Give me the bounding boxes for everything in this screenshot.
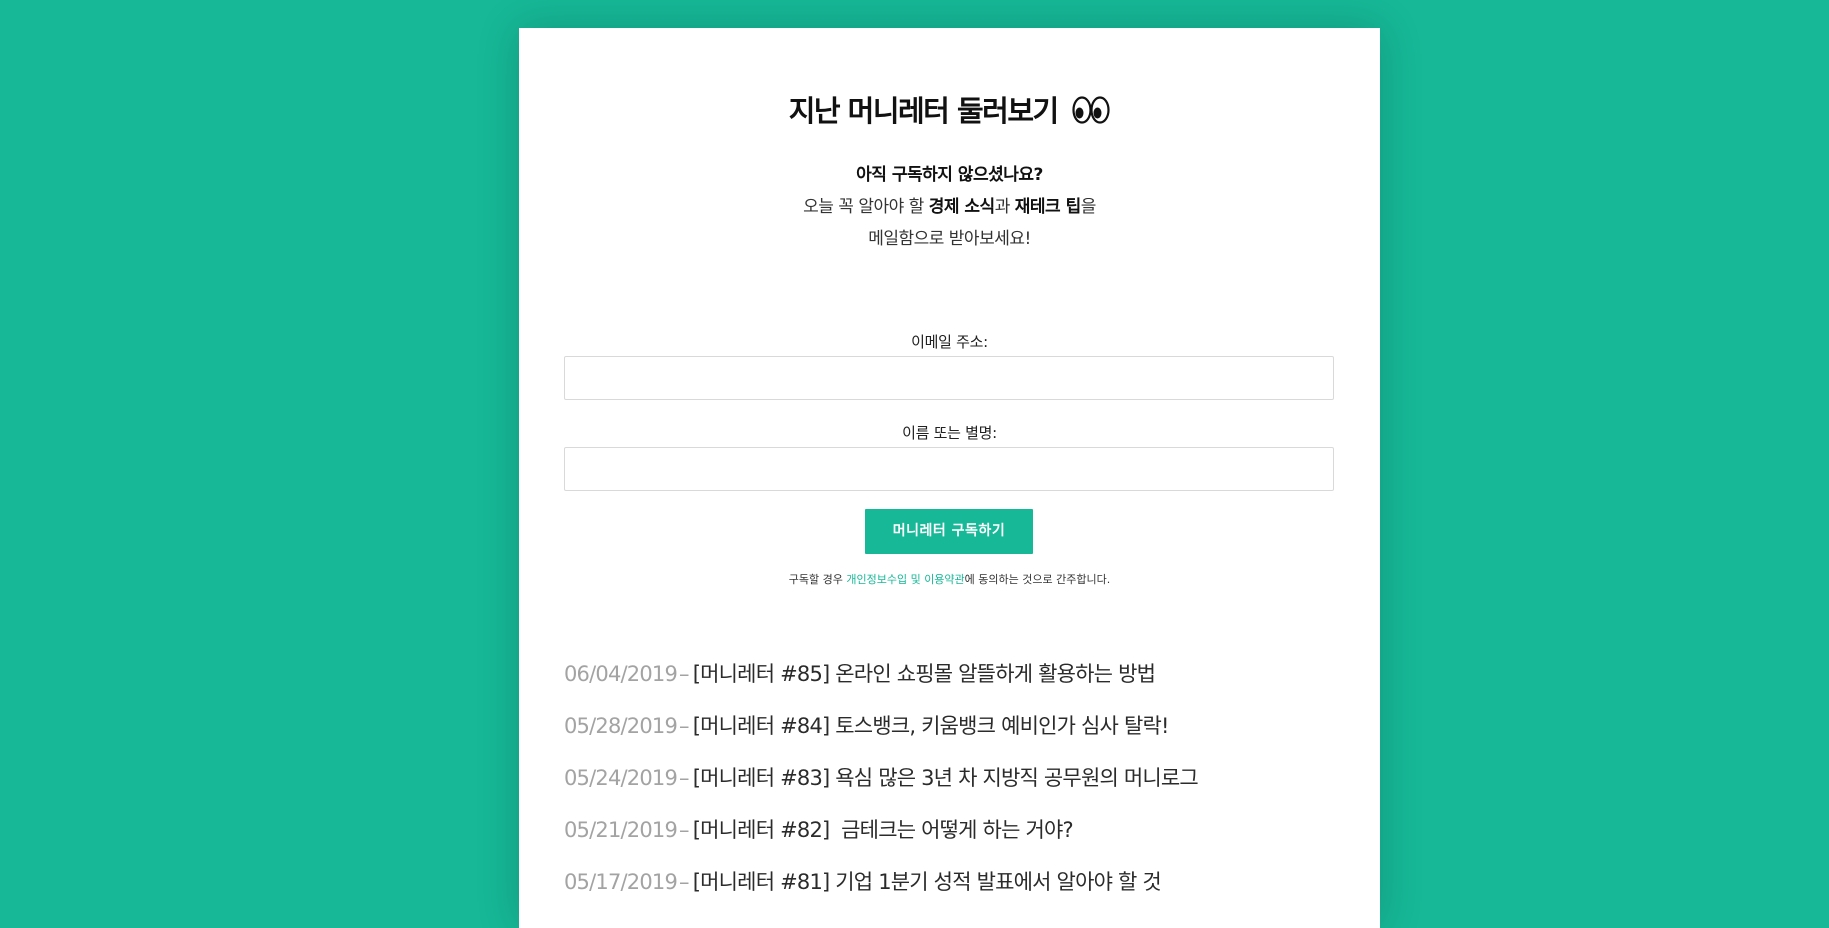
- privacy-terms-link[interactable]: 개인정보수입 및 이용약관: [846, 573, 964, 586]
- post-date: 05/17/2019: [564, 870, 678, 894]
- intro-text: 과: [994, 197, 1015, 217]
- post-link[interactable]: [머니레터 #84] 토스뱅크, 키움뱅크 예비인가 심사 탈락!: [693, 714, 1170, 738]
- intro-line-2: 오늘 꼭 알아야 할 경제 소식과 재테크 팁을: [519, 191, 1380, 223]
- date-separator: –: [679, 662, 689, 686]
- email-field[interactable]: [564, 356, 1334, 400]
- intro-text: 오늘 꼭 알아야 할: [803, 197, 929, 217]
- date-separator: –: [679, 870, 689, 894]
- page-title-text: 지난 머니레터 둘러보기: [788, 94, 1060, 128]
- subscribe-intro: 아직 구독하지 않으셨나요? 오늘 꼭 알아야 할 경제 소식과 재테크 팁을 …: [519, 159, 1380, 255]
- post-date: 06/04/2019: [564, 662, 678, 686]
- post-date: 05/21/2019: [564, 818, 678, 842]
- consent-notice: 구독할 경우 개인정보수입 및 이용약관에 동의하는 것으로 간주합니다.: [519, 571, 1380, 587]
- subscribe-button[interactable]: 머니레터 구독하기: [865, 509, 1033, 554]
- name-label: 이름 또는 별명:: [902, 424, 997, 442]
- eyes-icon: [1072, 96, 1110, 124]
- list-item: 05/24/2019– [머니레터 #83] 욕심 많은 3년 차 지방직 공무원…: [564, 762, 1199, 814]
- intro-highlight-economy: 경제 소식: [928, 197, 995, 217]
- post-list: 06/04/2019– [머니레터 #85] 온라인 쇼핑몰 알뜰하게 활용하는 …: [564, 658, 1199, 918]
- archive-card: 지난 머니레터 둘러보기 아직 구독하지 않으셨나요? 오늘 꼭 알아야 할 경…: [519, 28, 1380, 928]
- post-link[interactable]: [머니레터 #81] 기업 1분기 성적 발표에서 알아야 할 것: [693, 870, 1162, 894]
- list-item: 06/04/2019– [머니레터 #85] 온라인 쇼핑몰 알뜰하게 활용하는 …: [564, 658, 1198, 710]
- name-field[interactable]: [564, 447, 1334, 491]
- post-date: 05/24/2019: [564, 766, 678, 790]
- intro-question: 아직 구독하지 않으셨나요?: [856, 165, 1043, 185]
- date-separator: –: [679, 714, 689, 738]
- post-link[interactable]: [머니레터 #82] 금테크는 어떻게 하는 거야?: [693, 818, 1074, 842]
- post-link[interactable]: [머니레터 #85] 온라인 쇼핑몰 알뜰하게 활용하는 방법: [693, 662, 1156, 686]
- list-item: 05/21/2019– [머니레터 #82] 금테크는 어떻게 하는 거야?: [564, 814, 1198, 866]
- email-label: 이메일 주소:: [911, 333, 988, 351]
- intro-line-3: 메일함으로 받아보세요!: [868, 229, 1031, 249]
- consent-text: 구독할 경우: [788, 573, 847, 586]
- post-date: 05/28/2019: [564, 714, 678, 738]
- list-item: 05/17/2019– [머니레터 #81] 기업 1분기 성적 발표에서 알아야…: [564, 866, 1198, 918]
- list-item: 05/28/2019– [머니레터 #84] 토스뱅크, 키움뱅크 예비인가 심사…: [564, 710, 1198, 762]
- consent-text: 에 동의하는 것으로 간주합니다.: [964, 573, 1111, 586]
- intro-highlight-tips: 재테크 팁: [1014, 197, 1081, 217]
- intro-text: 을: [1080, 197, 1097, 217]
- date-separator: –: [679, 818, 689, 842]
- date-separator: –: [679, 766, 689, 790]
- page-title: 지난 머니레터 둘러보기: [519, 88, 1380, 130]
- post-link[interactable]: [머니레터 #83] 욕심 많은 3년 차 지방직 공무원의 머니로그: [693, 766, 1199, 790]
